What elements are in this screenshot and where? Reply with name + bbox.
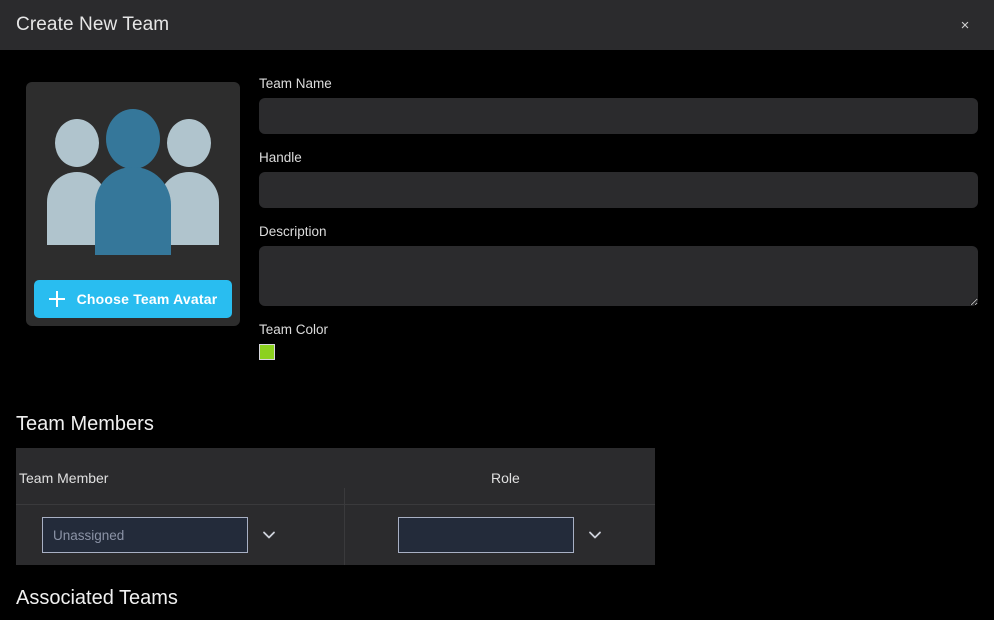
team-avatar-card: Choose Team Avatar — [26, 82, 240, 326]
team-name-input[interactable] — [259, 98, 978, 134]
handle-label: Handle — [259, 150, 302, 165]
field-description: Description — [259, 224, 978, 306]
field-handle: Handle — [259, 150, 978, 208]
team-people-icon — [26, 82, 240, 278]
chevron-down-icon[interactable] — [586, 526, 604, 544]
team-member-select[interactable] — [42, 517, 248, 553]
team-name-label: Team Name — [259, 76, 332, 91]
associated-teams-heading: Associated Teams — [16, 587, 178, 609]
column-header-role: Role — [491, 470, 520, 486]
table-row — [16, 505, 655, 565]
dialog-header: Create New Team × — [0, 0, 994, 50]
description-label: Description — [259, 224, 327, 239]
team-member-select-group — [42, 517, 278, 553]
choose-team-avatar-button[interactable]: Choose Team Avatar — [34, 280, 232, 318]
team-color-label: Team Color — [259, 322, 329, 337]
field-team-color: Team Color — [259, 322, 978, 360]
plus-icon — [48, 291, 65, 307]
handle-input[interactable] — [259, 172, 978, 208]
page-title: Create New Team — [16, 14, 170, 35]
choose-team-avatar-label: Choose Team Avatar — [76, 291, 218, 307]
column-header-team-member: Team Member — [19, 470, 109, 486]
team-color-swatch[interactable] — [259, 344, 275, 360]
team-members-heading: Team Members — [16, 413, 154, 435]
dialog-body: Choose Team Avatar Team Name Handle Desc… — [0, 50, 994, 620]
team-form: Team Name Handle Description Team Color — [259, 76, 978, 376]
role-select[interactable] — [398, 517, 574, 553]
role-select-group — [398, 517, 604, 553]
chevron-down-icon[interactable] — [260, 526, 278, 544]
close-icon[interactable]: × — [954, 14, 976, 36]
team-members-header-row: Team Member Role — [16, 448, 655, 505]
team-members-panel: Team Member Role — [16, 448, 655, 565]
field-team-name: Team Name — [259, 76, 978, 134]
description-textarea[interactable] — [259, 246, 978, 306]
